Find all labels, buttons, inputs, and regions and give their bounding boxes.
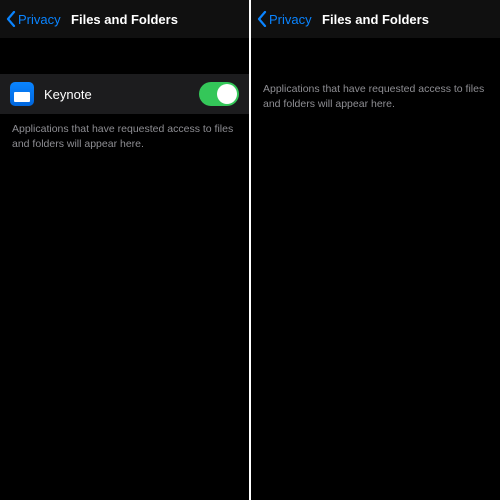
back-label: Privacy bbox=[269, 12, 312, 27]
content: Applications that have requested access … bbox=[251, 38, 500, 500]
nav-bar: Privacy Files and Folders bbox=[0, 0, 249, 38]
nav-bar: Privacy Files and Folders bbox=[251, 0, 500, 38]
back-button[interactable]: Privacy bbox=[257, 11, 312, 27]
app-name-label: Keynote bbox=[44, 87, 189, 102]
footer-text: Applications that have requested access … bbox=[0, 114, 249, 151]
back-button[interactable]: Privacy bbox=[6, 11, 61, 27]
chevron-left-icon bbox=[257, 11, 267, 27]
pane-right: Privacy Files and Folders Applications t… bbox=[251, 0, 500, 500]
chevron-left-icon bbox=[6, 11, 16, 27]
permission-toggle[interactable] bbox=[199, 82, 239, 106]
back-label: Privacy bbox=[18, 12, 61, 27]
pane-left: Privacy Files and Folders Keynote Applic… bbox=[0, 0, 249, 500]
content: Keynote Applications that have requested… bbox=[0, 38, 249, 500]
footer-text: Applications that have requested access … bbox=[251, 74, 500, 111]
keynote-icon bbox=[10, 82, 34, 106]
app-row-keynote[interactable]: Keynote bbox=[0, 74, 249, 114]
